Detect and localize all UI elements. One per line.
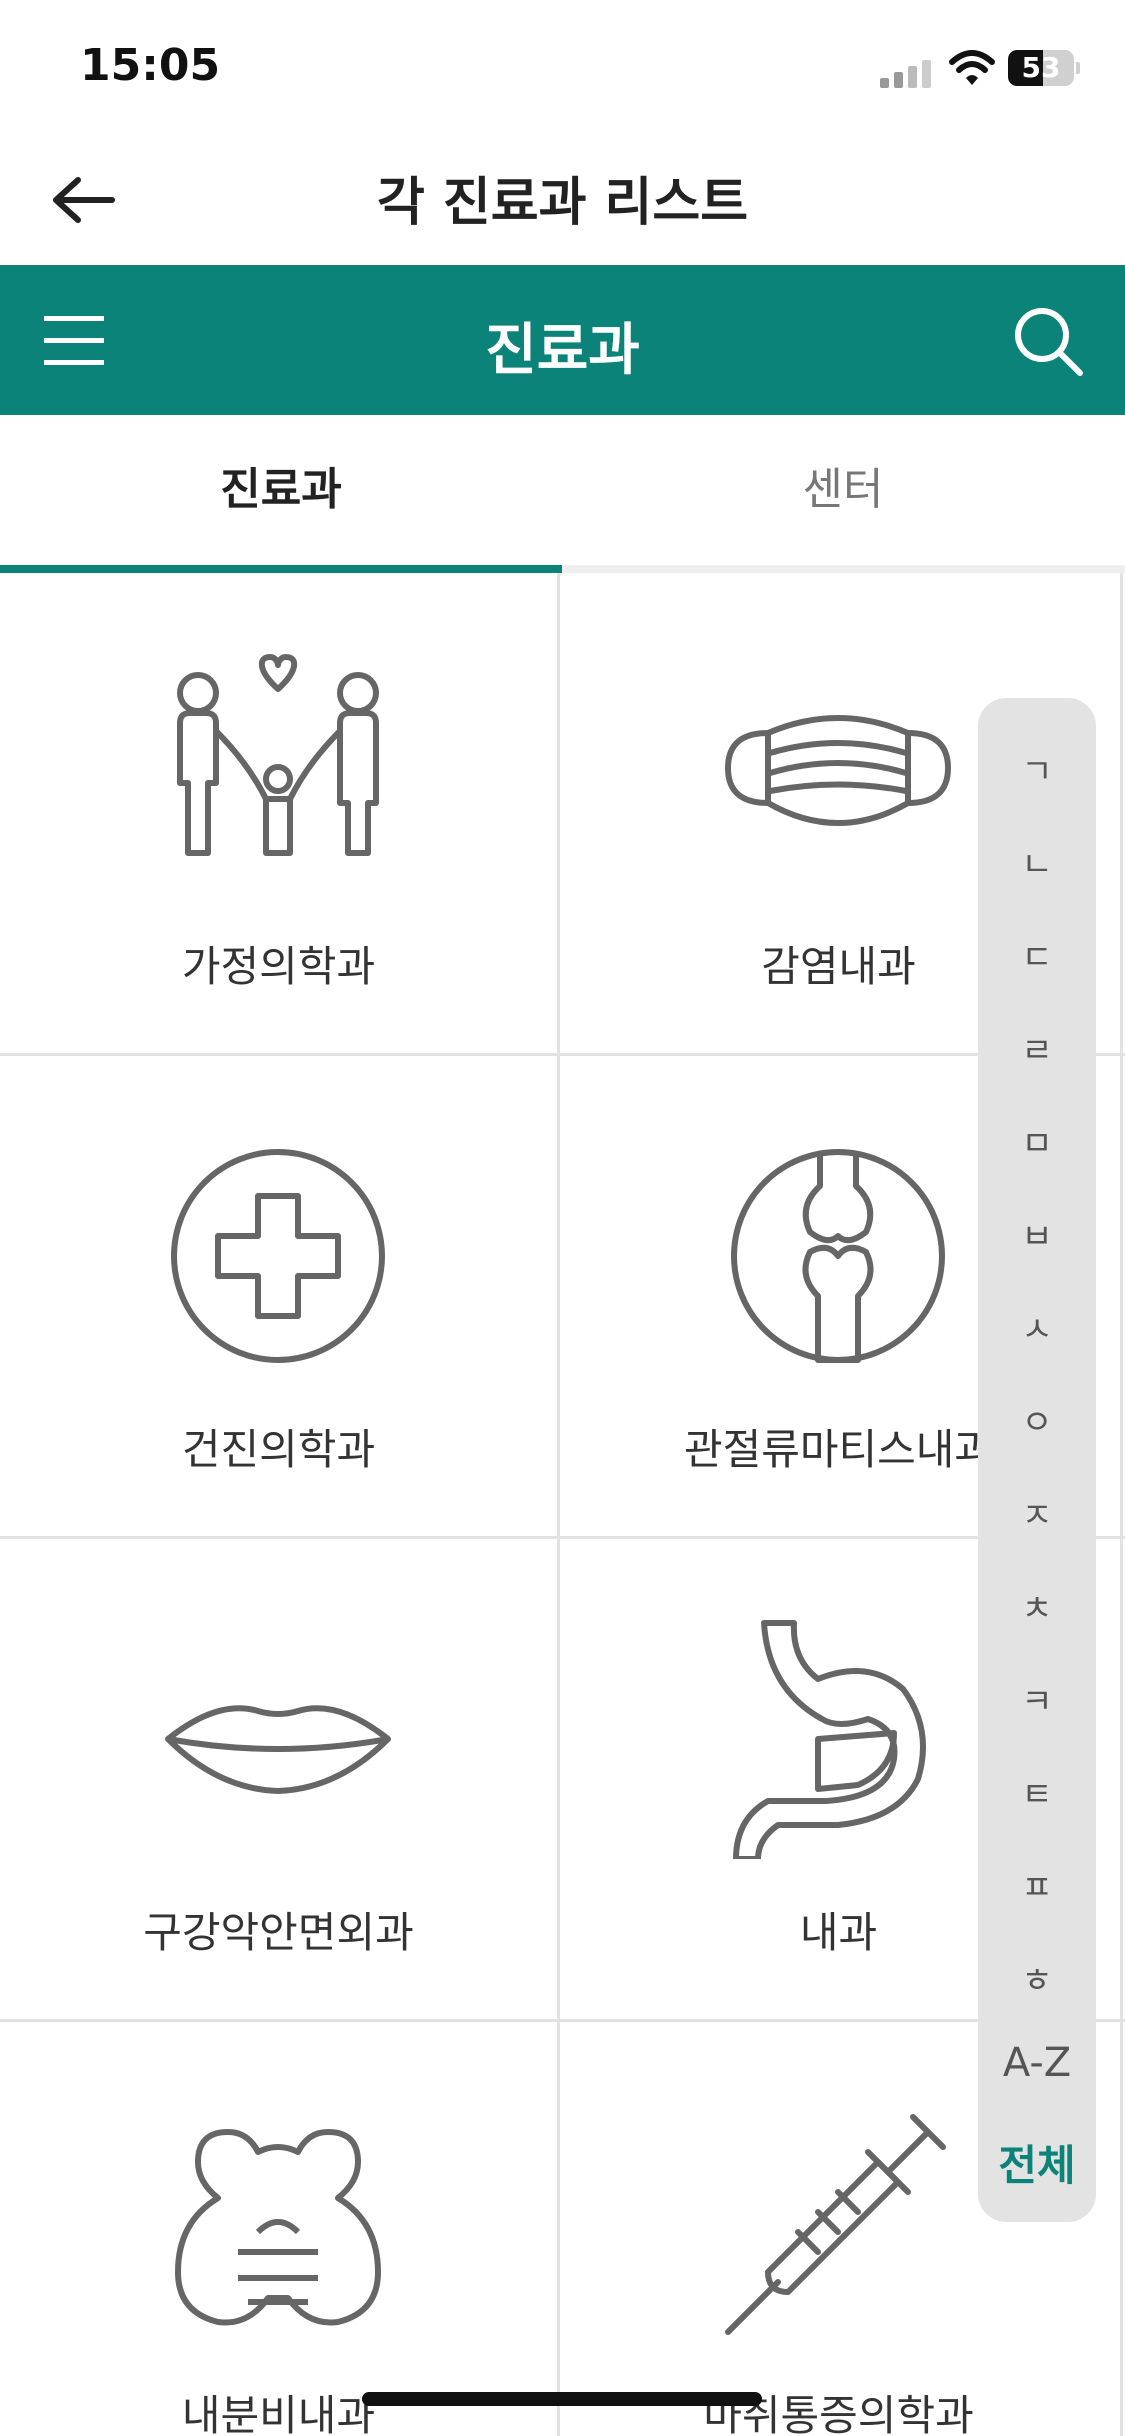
index-item[interactable]: ㄴ xyxy=(978,837,1096,886)
search-icon[interactable] xyxy=(1010,303,1086,379)
battery-icon: 53 xyxy=(1008,50,1080,86)
status-time: 15:05 xyxy=(80,40,221,91)
thyroid-icon xyxy=(175,2129,381,2326)
index-item[interactable]: ㅇ xyxy=(978,1395,1096,1444)
department-cell[interactable]: 가정의학과 xyxy=(0,573,557,1053)
department-label: 가정의학과 xyxy=(181,942,376,991)
grid-divider xyxy=(1120,573,1123,2436)
tab-active-indicator xyxy=(0,565,562,573)
department-label: 구강악안면외과 xyxy=(143,1908,414,1957)
joint-bone-icon xyxy=(731,1149,945,1363)
grid-divider xyxy=(557,573,560,2436)
index-item[interactable]: ㅌ xyxy=(978,1767,1096,1816)
header-title: 진료과 xyxy=(485,318,640,383)
page-title: 각 진료과 리스트 xyxy=(376,173,749,233)
index-item-az[interactable]: A-Z xyxy=(978,2040,1096,2086)
status-bar: 15:05 53 xyxy=(0,0,1125,130)
department-cell[interactable]: 건진의학과 xyxy=(0,1056,557,1536)
section-header: 진료과 xyxy=(0,265,1125,415)
tab-bar: 진료과 센터 xyxy=(0,415,1125,573)
index-item[interactable]: ㅊ xyxy=(978,1581,1096,1630)
grid-divider xyxy=(0,1053,1125,1056)
index-item[interactable]: ㅋ xyxy=(978,1674,1096,1723)
department-label: 건진의학과 xyxy=(181,1425,376,1474)
tab-centers[interactable]: 센터 xyxy=(562,415,1124,573)
syringe-icon xyxy=(725,2114,946,2335)
department-grid: 가정의학과 감염내과 건진의학과 관절류마티스내과 구강악안면외과 내과 내분비… xyxy=(0,573,1125,2436)
alphabet-index-bar[interactable]: ㄱ ㄴ ㄷ ㄹ ㅁ ㅂ ㅅ ㅇ ㅈ ㅊ ㅋ ㅌ ㅍ ㅎ A-Z 전체 xyxy=(978,698,1096,2222)
department-cell[interactable]: 내분비내과 xyxy=(0,2022,557,2436)
lips-icon xyxy=(165,1705,391,1794)
department-label: 마취통증의학과 xyxy=(703,2391,974,2436)
index-item[interactable]: ㅁ xyxy=(978,1116,1096,1165)
index-item[interactable]: ㅅ xyxy=(978,1302,1096,1351)
index-item[interactable]: ㅂ xyxy=(978,1209,1096,1258)
department-label: 내분비내과 xyxy=(181,2391,376,2436)
battery-level: 53 xyxy=(1021,51,1061,84)
face-mask-icon xyxy=(725,715,951,826)
tab-departments[interactable]: 진료과 xyxy=(0,415,562,573)
department-cell[interactable]: 구강악안면외과 xyxy=(0,1539,557,2019)
grid-divider xyxy=(0,1536,1125,1539)
index-item[interactable]: ㅍ xyxy=(978,1860,1096,1909)
index-item[interactable]: ㄷ xyxy=(978,930,1096,979)
family-icon xyxy=(177,654,379,856)
index-item-all[interactable]: 전체 xyxy=(978,2132,1096,2193)
wifi-icon xyxy=(949,50,995,85)
home-indicator[interactable] xyxy=(362,2392,762,2406)
grid-divider xyxy=(0,2019,1125,2022)
index-item[interactable]: ㄱ xyxy=(978,744,1096,793)
navigation-bar: 각 진료과 리스트 xyxy=(0,130,1125,265)
cellular-signal-icon xyxy=(880,60,931,88)
index-item[interactable]: ㅈ xyxy=(978,1488,1096,1537)
medical-cross-icon xyxy=(171,1149,385,1363)
index-item[interactable]: ㄹ xyxy=(978,1023,1096,1072)
index-item[interactable]: ㅎ xyxy=(978,1953,1096,2002)
stomach-icon xyxy=(733,1620,926,1859)
